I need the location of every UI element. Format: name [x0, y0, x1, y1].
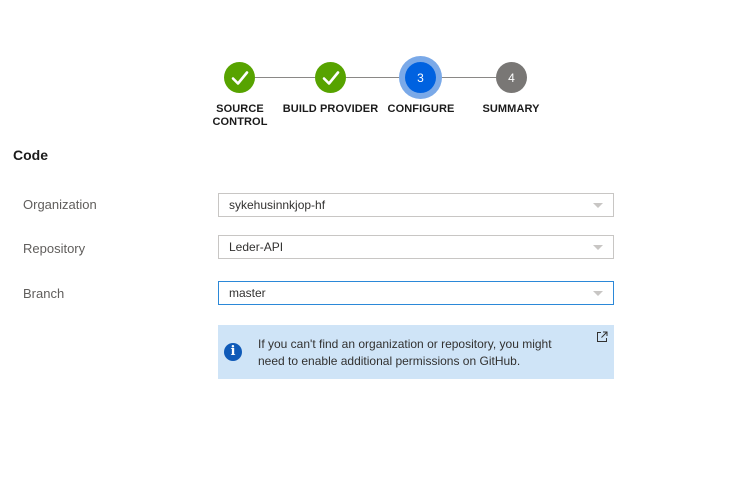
branch-label: Branch [23, 286, 65, 301]
step-label-configure: CONFIGURE [387, 103, 455, 115]
chevron-down-icon [593, 291, 603, 296]
repository-value: Leder-API [229, 240, 284, 254]
info-icon: i [224, 343, 242, 361]
permissions-info-box: i If you can't find an organization or r… [218, 325, 614, 379]
step-number: 3 [417, 70, 424, 85]
organization-dropdown[interactable]: sykehusinnkjop-hf [218, 193, 614, 217]
step-connector [436, 77, 496, 78]
wizard-stepper: SOURCE CONTROL BUILD PROVIDER 3 CONFIGUR… [0, 0, 753, 140]
checkmark-icon [231, 70, 248, 85]
step-source-control[interactable] [224, 62, 255, 93]
organization-label: Organization [23, 197, 97, 212]
step-configure[interactable]: 3 [405, 62, 436, 93]
step-connector [346, 77, 406, 78]
external-link-icon[interactable] [596, 331, 608, 343]
repository-dropdown[interactable]: Leder-API [218, 235, 614, 259]
step-label-build-provider: BUILD PROVIDER [282, 103, 379, 115]
step-connector [255, 77, 315, 78]
checkmark-icon [322, 70, 339, 85]
branch-value: master [229, 286, 266, 300]
info-message: If you can't find an organization or rep… [258, 337, 552, 368]
step-label-summary: SUMMARY [482, 103, 540, 115]
step-build-provider[interactable] [315, 62, 346, 93]
step-summary[interactable]: 4 [496, 62, 527, 93]
configure-page: SOURCE CONTROL BUILD PROVIDER 3 CONFIGUR… [0, 0, 753, 495]
section-title: Code [13, 147, 48, 163]
chevron-down-icon [593, 245, 603, 250]
step-label-source-control: SOURCE CONTROL [212, 103, 268, 128]
organization-value: sykehusinnkjop-hf [229, 198, 326, 212]
chevron-down-icon [593, 203, 603, 208]
branch-dropdown[interactable]: master [218, 281, 614, 305]
step-number: 4 [508, 70, 515, 85]
repository-label: Repository [23, 241, 86, 256]
